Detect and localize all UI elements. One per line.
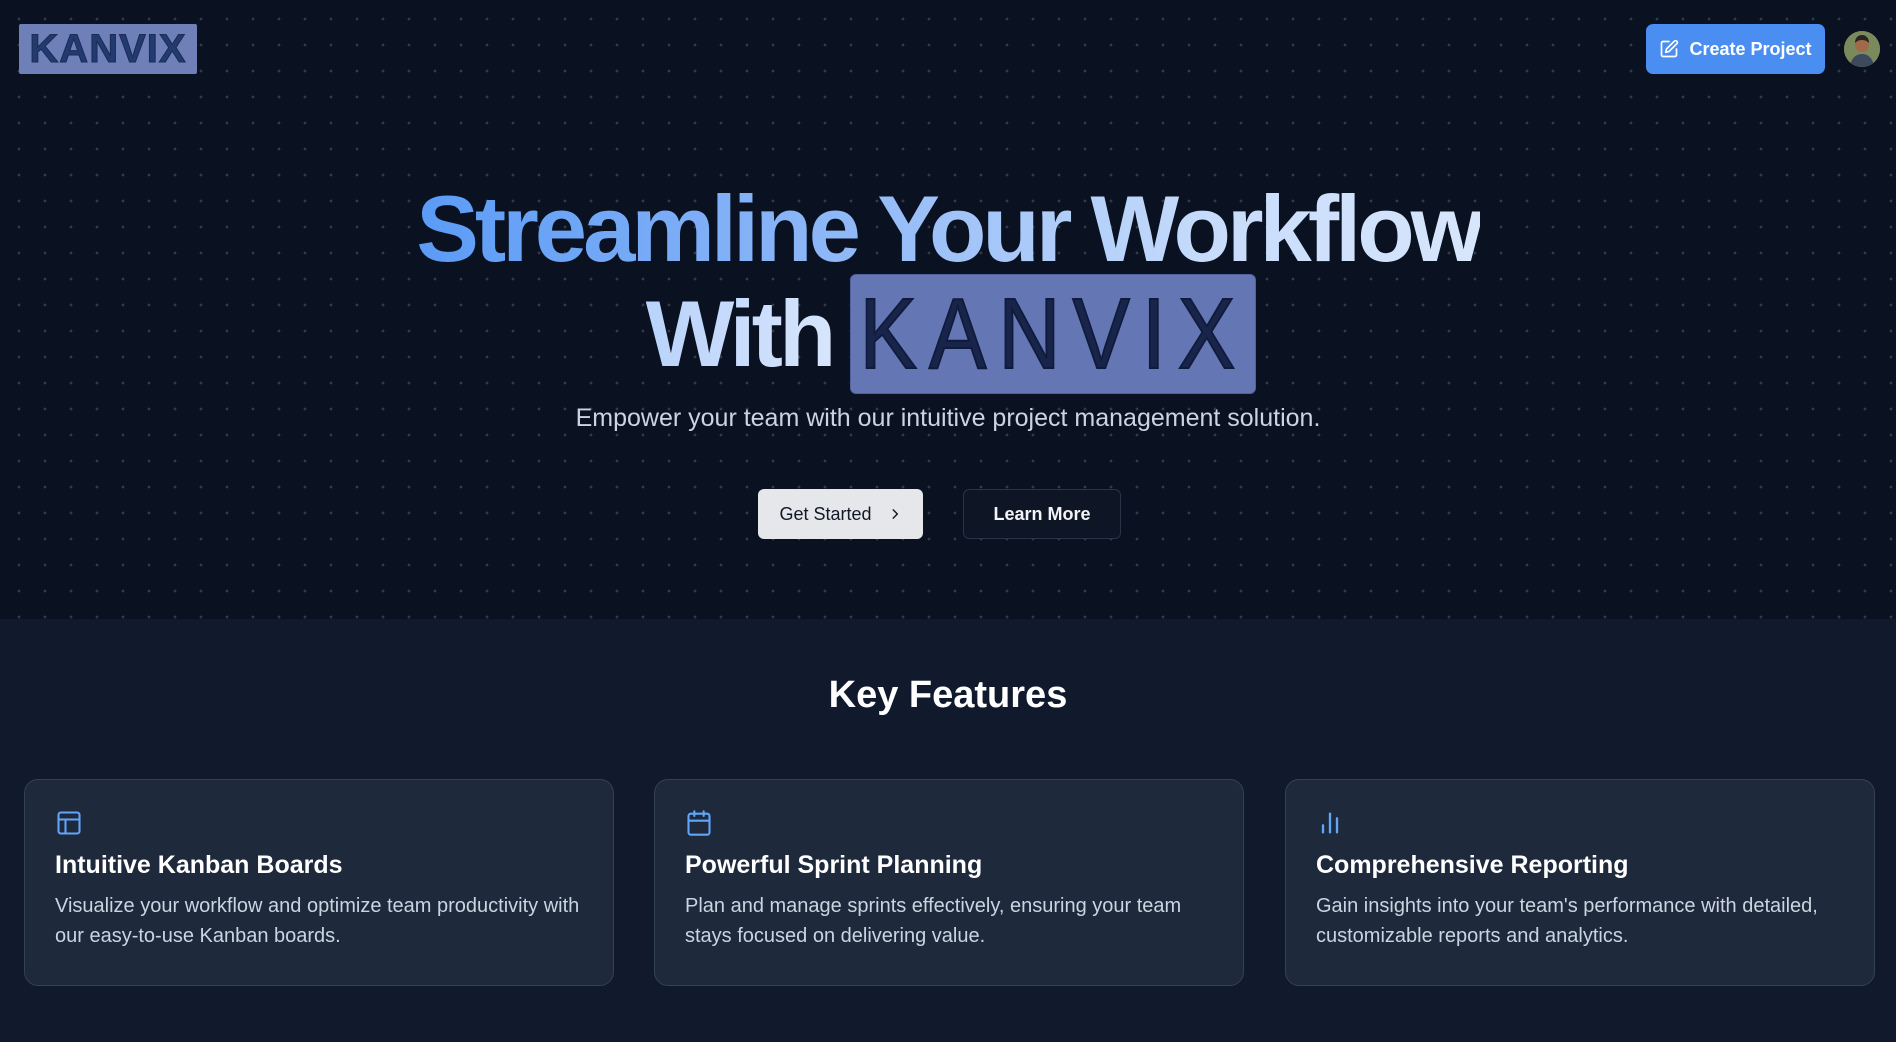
learn-more-button[interactable]: Learn More xyxy=(963,489,1121,539)
create-project-label: Create Project xyxy=(1689,38,1812,59)
feature-title: Intuitive Kanban Boards xyxy=(55,851,343,879)
feature-title: Powerful Sprint Planning xyxy=(685,851,983,879)
headline-line1: Streamline Your Workflow xyxy=(416,176,1484,281)
hero-headline: Streamline Your Workflow xyxy=(0,178,1896,280)
learn-more-label: Learn More xyxy=(993,503,1091,524)
kanvix-hero-logo: KANVIX xyxy=(850,274,1257,394)
hero-section: KANVIX Create Project Streamline Your Wo… xyxy=(0,0,1896,619)
feature-card-sprint: Powerful Sprint Planning Plan and manage… xyxy=(654,779,1244,986)
user-avatar[interactable] xyxy=(1844,31,1880,67)
layout-icon xyxy=(57,811,81,835)
top-navbar: KANVIX Create Project xyxy=(0,0,1896,98)
feature-description: Gain insights into your team's performan… xyxy=(1316,895,1818,947)
feature-description: Visualize your workflow and optimize tea… xyxy=(55,895,580,947)
calendar-icon xyxy=(687,810,711,836)
get-started-label: Get Started xyxy=(779,503,872,524)
feature-card-reporting: Comprehensive Reporting Gain insights in… xyxy=(1285,779,1875,986)
hero-logo-text: KANVIX xyxy=(859,277,1248,391)
hero-buttons: Get Started Learn More xyxy=(0,489,1896,539)
feature-description: Plan and manage sprints effectively, ens… xyxy=(685,895,1182,947)
get-started-button[interactable]: Get Started xyxy=(758,489,923,539)
chevron-right-icon xyxy=(892,509,898,519)
features-section: Key Features Intuitive Kanban Boards Vis… xyxy=(0,619,1896,1042)
bar-chart-icon xyxy=(1321,812,1339,834)
logo-text: KANVIX xyxy=(29,26,187,71)
edit-icon xyxy=(1661,39,1679,58)
kanvix-logo[interactable]: KANVIX xyxy=(19,24,197,74)
headline-with: With xyxy=(645,281,837,386)
create-project-button[interactable]: Create Project xyxy=(1646,24,1825,74)
feature-title: Comprehensive Reporting xyxy=(1316,851,1629,879)
feature-card-kanban: Intuitive Kanban Boards Visualize your w… xyxy=(24,779,614,986)
headline-line2: With KANVIX xyxy=(0,274,1896,394)
avatar-image xyxy=(1844,31,1880,67)
hero-subtitle: Empower your team with our intuitive pro… xyxy=(575,404,1321,432)
features-title: Key Features xyxy=(828,674,1068,716)
